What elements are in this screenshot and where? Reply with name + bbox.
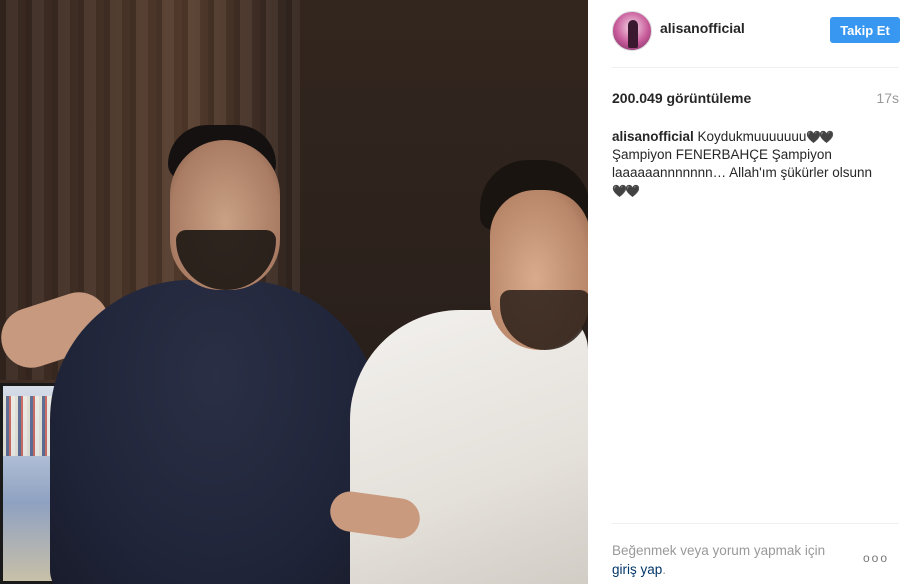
follow-button[interactable]: Takip Et — [830, 17, 900, 43]
man-in-navy-shirt — [50, 280, 380, 584]
post-time[interactable]: 17s — [876, 90, 899, 106]
caption-text: Koydukmuuuuuuu — [697, 129, 807, 144]
post-sidebar: alisanofficial Takip Et 200.049 görüntül… — [588, 0, 915, 584]
post-stats: 200.049 görüntüleme 17s — [612, 90, 899, 110]
post-header: alisanofficial Takip Et — [612, 0, 900, 68]
login-prompt-period: . — [662, 562, 667, 577]
more-options-icon[interactable]: ooo — [863, 551, 889, 565]
avatar-figure — [628, 20, 638, 48]
caption: alisanofficial Koydukmuuuuuuu🖤🖤 Şampiyon… — [612, 128, 877, 200]
man-in-white-shirt — [350, 310, 588, 584]
heart-emoji-2: 🖤🖤 — [612, 184, 640, 198]
avatar[interactable] — [612, 11, 652, 51]
username-link[interactable]: alisanofficial — [660, 20, 745, 36]
post-footer: Beğenmek veya yorum yapmak için giriş ya… — [612, 523, 899, 584]
caption-username[interactable]: alisanofficial — [612, 129, 694, 144]
post-video[interactable] — [0, 0, 588, 584]
view-count: 200.049 görüntüleme — [612, 90, 752, 106]
login-prompt: Beğenmek veya yorum yapmak için giriş ya… — [612, 541, 852, 579]
login-link[interactable]: giriş yap — [612, 562, 662, 577]
caption-line-2: Şampiyon FENERBAHÇE Şampiyon laaaaaannnn… — [612, 147, 873, 180]
heart-emoji: 🖤🖤 — [806, 130, 834, 144]
login-prompt-text: Beğenmek veya yorum yapmak için — [612, 543, 826, 558]
